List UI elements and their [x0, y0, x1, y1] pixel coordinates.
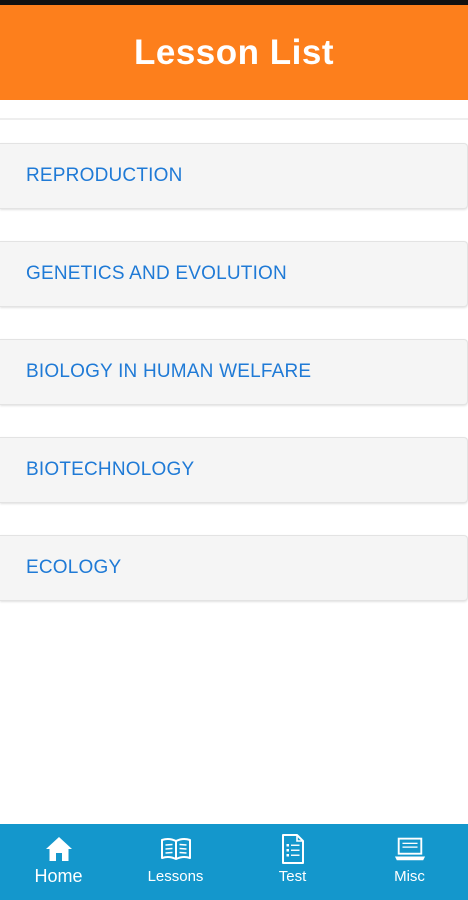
lesson-item-biotechnology[interactable]: BIOTECHNOLOGY: [0, 437, 468, 503]
lesson-label: REPRODUCTION: [26, 165, 183, 186]
home-icon: [43, 834, 75, 864]
document-list-icon: [277, 834, 309, 864]
nav-misc[interactable]: Misc: [351, 824, 468, 900]
nav-test-label: Test: [278, 868, 307, 885]
book-icon: [160, 834, 192, 864]
bottom-navigation: Home Lessons Test Misc: [0, 824, 468, 900]
nav-lessons[interactable]: Lessons: [117, 824, 234, 900]
divider: [0, 118, 468, 120]
nav-home[interactable]: Home: [0, 824, 117, 900]
lesson-label: ECOLOGY: [26, 557, 122, 578]
laptop-icon: [394, 834, 426, 864]
lesson-item-ecology[interactable]: ECOLOGY: [0, 535, 468, 601]
lesson-label: GENETICS AND EVOLUTION: [26, 263, 287, 284]
lesson-list: REPRODUCTION GENETICS AND EVOLUTION BIOL…: [0, 143, 468, 633]
lesson-item-reproduction[interactable]: REPRODUCTION: [0, 143, 468, 209]
nav-test[interactable]: Test: [234, 824, 351, 900]
nav-home-label: Home: [34, 866, 83, 886]
nav-misc-label: Misc: [394, 868, 425, 885]
app-header: Lesson List: [0, 5, 468, 100]
nav-lessons-label: Lessons: [147, 868, 204, 885]
lesson-label: BIOTECHNOLOGY: [26, 459, 195, 480]
lesson-item-genetics-and-evolution[interactable]: GENETICS AND EVOLUTION: [0, 241, 468, 307]
lesson-label: BIOLOGY IN HUMAN WELFARE: [26, 361, 312, 382]
lesson-item-biology-in-human-welfare[interactable]: BIOLOGY IN HUMAN WELFARE: [0, 339, 468, 405]
page-title: Lesson List: [134, 32, 334, 72]
